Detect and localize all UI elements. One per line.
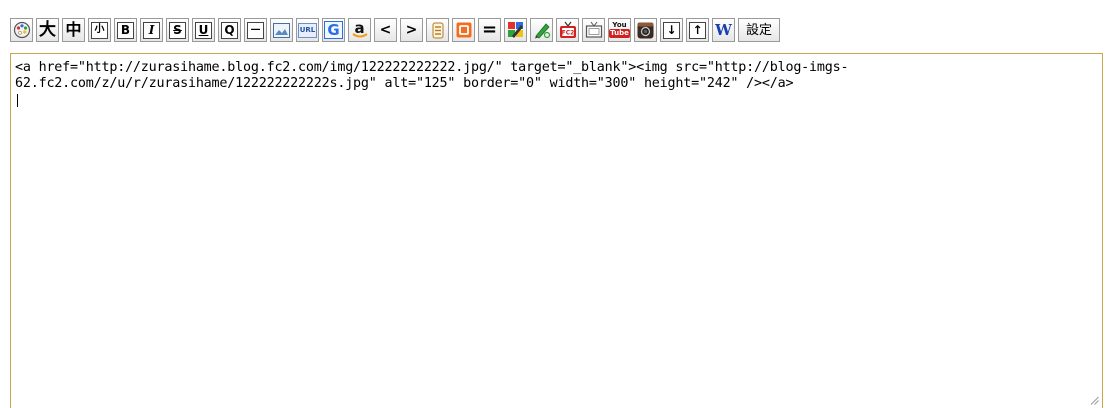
medium-text-button[interactable]: 中: [62, 18, 85, 42]
underline-button[interactable]: U: [192, 18, 215, 42]
quote-label: Q: [221, 21, 238, 39]
quote-button[interactable]: Q: [218, 18, 241, 42]
equal-button[interactable]: =: [478, 18, 501, 42]
move-up-button[interactable]: ↑: [686, 18, 709, 42]
amazon-button[interactable]: a: [348, 18, 371, 42]
tv-button[interactable]: [582, 18, 605, 42]
settings-button[interactable]: 設定: [738, 18, 780, 42]
youtube-logo: You Tube: [609, 22, 630, 38]
amazon-smile-icon: [352, 33, 368, 38]
large-text-label: 大: [39, 19, 56, 40]
url-label: URL: [297, 22, 318, 38]
text-cursor: [17, 94, 18, 107]
equal-label: =: [481, 19, 498, 40]
left-label: <: [379, 22, 392, 38]
left-button[interactable]: <: [374, 18, 397, 42]
small-text-button[interactable]: 小: [88, 18, 111, 42]
youtube-bottom-label: Tube: [609, 29, 630, 38]
youtube-button[interactable]: You Tube: [608, 18, 631, 42]
html-editor[interactable]: <a href="http://zurasihame.blog.fc2.com/…: [10, 53, 1103, 408]
strikethrough-label: S: [169, 21, 186, 39]
up-arrow-label: ↑: [689, 21, 706, 39]
instagram-icon: [637, 22, 654, 38]
insert-image-button[interactable]: [270, 18, 293, 42]
blog-parts-icon: [456, 22, 471, 38]
color-picker-icon: [507, 22, 523, 38]
more-button[interactable]: [426, 18, 449, 42]
bold-label: B: [117, 21, 134, 39]
svg-text:FC2: FC2: [561, 30, 574, 37]
insert-url-button[interactable]: URL: [296, 18, 319, 42]
pen-icon: [534, 23, 550, 39]
right-label: >: [405, 22, 418, 38]
right-button[interactable]: >: [400, 18, 423, 42]
italic-button[interactable]: I: [140, 18, 163, 42]
editor-content[interactable]: <a href="http://zurasihame.blog.fc2.com/…: [11, 54, 1102, 92]
underline-label: U: [195, 21, 212, 39]
horizontal-rule-button[interactable]: —: [244, 18, 267, 42]
palette-icon: [13, 21, 30, 39]
instagram-button[interactable]: [634, 18, 657, 42]
medium-text-label: 中: [65, 20, 82, 39]
tv-icon: [585, 21, 602, 38]
strikethrough-button[interactable]: S: [166, 18, 189, 42]
more-icon: [432, 22, 443, 38]
editor-toolbar: 大 中 小 B I S U Q — URL G a < > = FC2 You …: [10, 16, 780, 44]
color-picker-button[interactable]: [504, 18, 527, 42]
bold-button[interactable]: B: [114, 18, 137, 42]
wikipedia-button[interactable]: W: [712, 18, 735, 42]
move-down-button[interactable]: ↓: [660, 18, 683, 42]
pen-button[interactable]: [530, 18, 553, 42]
video-icon: FC2: [559, 21, 576, 38]
large-text-button[interactable]: 大: [36, 18, 59, 42]
settings-label: 設定: [745, 22, 772, 38]
small-text-label: 小: [91, 21, 108, 39]
youtube-top-label: You: [612, 21, 627, 29]
google-label: G: [324, 21, 343, 39]
google-button[interactable]: G: [322, 18, 345, 42]
horizontal-rule-label: —: [247, 21, 264, 39]
blog-parts-button[interactable]: [452, 18, 475, 42]
wikipedia-label: W: [715, 20, 732, 39]
resize-grip-icon[interactable]: [1089, 395, 1099, 405]
italic-label: I: [143, 21, 160, 39]
down-arrow-label: ↓: [663, 21, 680, 39]
palette-button[interactable]: [10, 18, 33, 42]
video-button[interactable]: FC2: [556, 18, 579, 42]
image-icon: [273, 22, 290, 38]
